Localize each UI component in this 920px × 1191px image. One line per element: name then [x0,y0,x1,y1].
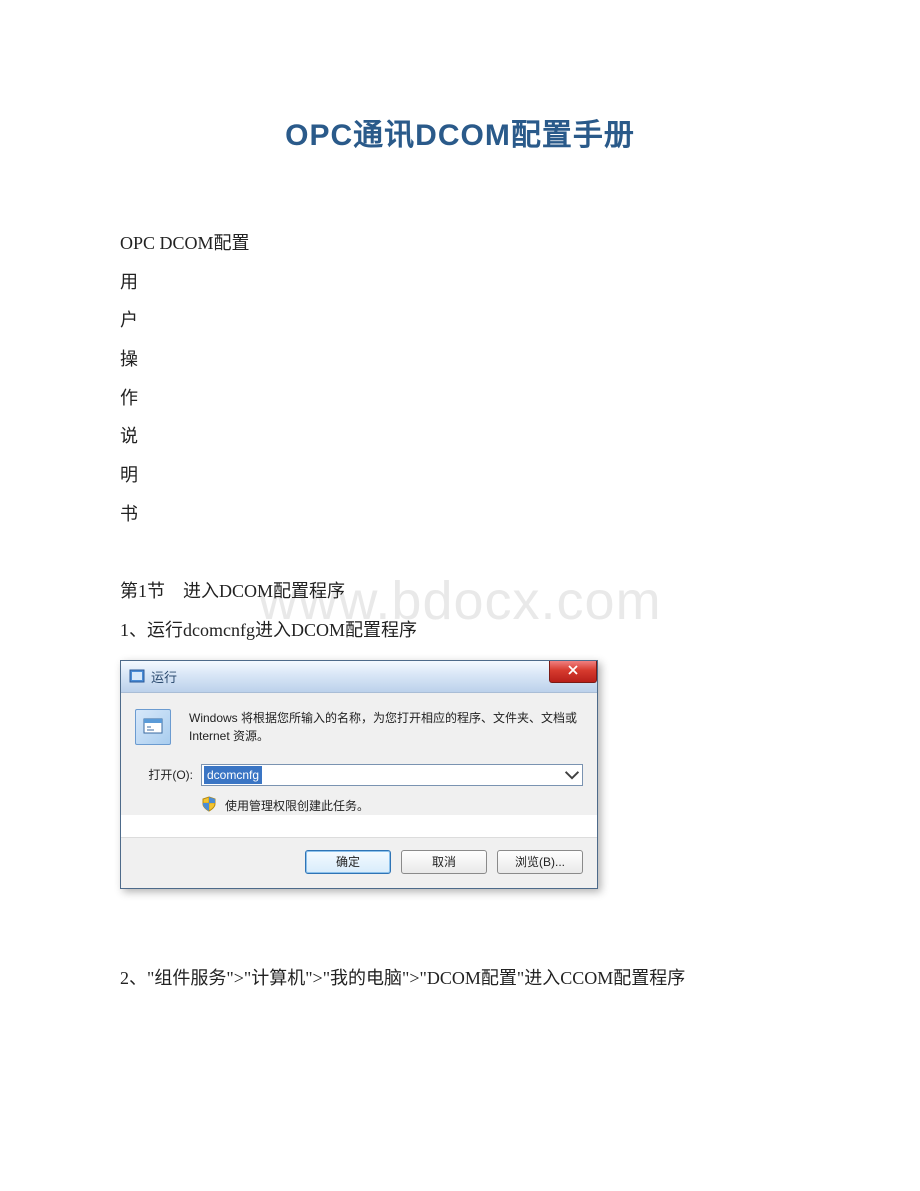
body-line: OPC DCOM配置 [120,224,800,263]
titlebar[interactable]: 运行 [121,661,597,693]
run-program-icon [135,709,175,746]
section-heading: 第1节 进入DCOM配置程序 [120,572,800,611]
browse-button[interactable]: 浏览(B)... [497,850,583,874]
document-body: OPC DCOM配置 用 户 操 作 说 明 书 第1节 进入DCOM配置程序 … [120,224,800,650]
document-title: OPC通讯DCOM配置手册 [120,110,800,154]
body-line: 操 [120,340,800,379]
body-line: 明 [120,456,800,495]
run-dialog: 运行 Windows 将根据您所输入的名称，为您打开相应的程序、文件夹、文档或 … [120,660,598,889]
chevron-down-icon[interactable] [564,767,580,783]
ok-button[interactable]: 确定 [305,850,391,874]
cancel-button[interactable]: 取消 [401,850,487,874]
body-line: 书 [120,495,800,534]
body-line: 说 [120,417,800,456]
body-line: 作 [120,379,800,418]
dialog-description: Windows 将根据您所输入的名称，为您打开相应的程序、文件夹、文档或 Int… [189,709,583,746]
admin-note: 使用管理权限创建此任务。 [225,797,369,814]
body-line: 用 [120,263,800,302]
open-combobox[interactable]: dcomcnfg [201,764,583,786]
dialog-title: 运行 [151,667,177,686]
step-text: 1、运行dcomcnfg进入DCOM配置程序 [120,611,800,650]
run-icon [129,668,145,684]
body-line: 户 [120,301,800,340]
open-value: dcomcnfg [204,766,262,784]
shield-icon [201,796,217,815]
open-label: 打开(O): [135,766,193,783]
step-text: 2、"组件服务">"计算机">"我的电脑">"DCOM配置"进入CCOM配置程序 [120,959,800,998]
close-button[interactable] [549,661,597,683]
close-icon [567,664,579,679]
